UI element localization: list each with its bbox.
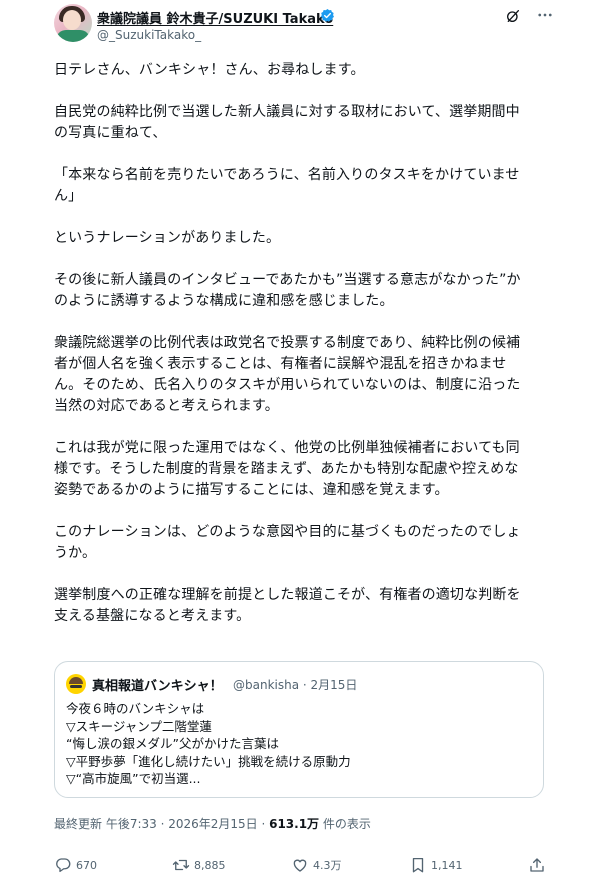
repost-button[interactable]: 8,885 (172, 852, 226, 878)
like-button[interactable]: 4.3万 (291, 852, 342, 878)
post-body: 日テレさん、バンキシャ！さん、お尋ねします。 自民党の純粋比例で当選した新人議員… (54, 60, 558, 648)
post-paragraph: 衆議院総選挙の比例代表は政党名で投票する制度であり、純粋比例の候補 者が個人名を… (54, 335, 521, 414)
like-icon (293, 859, 307, 872)
post-paragraph: 日テレさん、バンキシャ！さん、お尋ねします。 (54, 62, 365, 78)
share-icon (530, 858, 544, 872)
post-timestamp-views: 最終更新 午後7:33 · 2026年2月15日 · 613.1万 件の表示 (54, 815, 371, 832)
quoted-line: ▽平野歩夢「進化し続けたい」挑戦を続ける原動力 (66, 753, 351, 769)
reply-icon (56, 858, 71, 873)
repost-count: 8,885 (194, 858, 226, 872)
quoted-line: “悔し涙の銀メダル”父がかけた言葉は (66, 736, 279, 751)
author-handle[interactable]: @_SuzukiTakako_ (97, 28, 201, 42)
verified-badge-icon (320, 8, 334, 22)
quoted-text: 今夜６時のバンキシャは ▽スキージャンプ二階堂蓮 “悔し涙の銀メダル”父がかけた… (66, 700, 534, 788)
quoted-author-meta: @bankisha · 2月15日 (233, 678, 358, 692)
share-button[interactable] (528, 852, 546, 878)
post-paragraph: その後に新人議員のインタビューであたかも”当選する意志がなかった”か のように誘… (54, 272, 521, 309)
like-count: 4.3万 (313, 859, 342, 872)
post-paragraph: 自民党の純粋比例で当選した新人議員に対する取材において、選挙期間中 の写真に重ね… (54, 104, 520, 141)
quoted-author-name: 真相報道バンキシャ！ (92, 679, 223, 694)
post-paragraph: このナレーションは、どのような意図や目的に基づくものだったのでしょ うか。 (54, 524, 521, 561)
author-avatar[interactable] (54, 4, 92, 42)
quoted-line: ▽スキージャンプ二階堂蓮 (66, 718, 212, 734)
quoted-line: ▽“高市旋風”で初当選... (66, 771, 201, 786)
reply-count: 670 (76, 858, 97, 872)
more-icon[interactable] (536, 6, 554, 24)
quoted-post[interactable]: 真相報道バンキシャ！ @bankisha · 2月15日 今夜６時のバンキシャは… (54, 661, 544, 798)
bookmark-button[interactable]: 1,141 (409, 852, 463, 878)
author-name[interactable]: 衆議院議員 鈴木貴子/SUZUKI Takako (97, 8, 333, 27)
reply-button[interactable]: 670 (54, 852, 97, 878)
post-paragraph: 選挙制度への正確な理解を前提とした報道こそが、有権者の適切な判断を 支える基盤に… (54, 587, 521, 624)
post-paragraph: これは我が党に限った運用ではなく、他党の比例単独候補者においても同 様です。そう… (54, 440, 520, 498)
post-header: 衆議院議員 鈴木貴子/SUZUKI Takako @_SuzukiTakako_ (0, 0, 600, 50)
bookmark-count: 1,141 (431, 858, 463, 872)
post-paragraph: 「本来なら名前を売りたいであろうに、名前入りのタスキをかけていませ ん」 (54, 167, 520, 204)
quoted-author-avatar (66, 674, 86, 694)
bookmark-icon (412, 857, 424, 873)
quoted-line: 今夜６時のバンキシャは (66, 701, 205, 716)
action-bar: 670 8,885 4.3万 1,141 (54, 852, 554, 878)
grok-icon[interactable] (505, 8, 521, 24)
timestamp[interactable]: 最終更新 午後7:33 · 2026年2月15日 · (54, 817, 269, 831)
view-label: 件の表示 (319, 817, 371, 831)
repost-icon (172, 859, 190, 871)
post-paragraph: というナレーションがありました。 (54, 230, 281, 246)
view-count: 613.1万 (269, 817, 320, 831)
